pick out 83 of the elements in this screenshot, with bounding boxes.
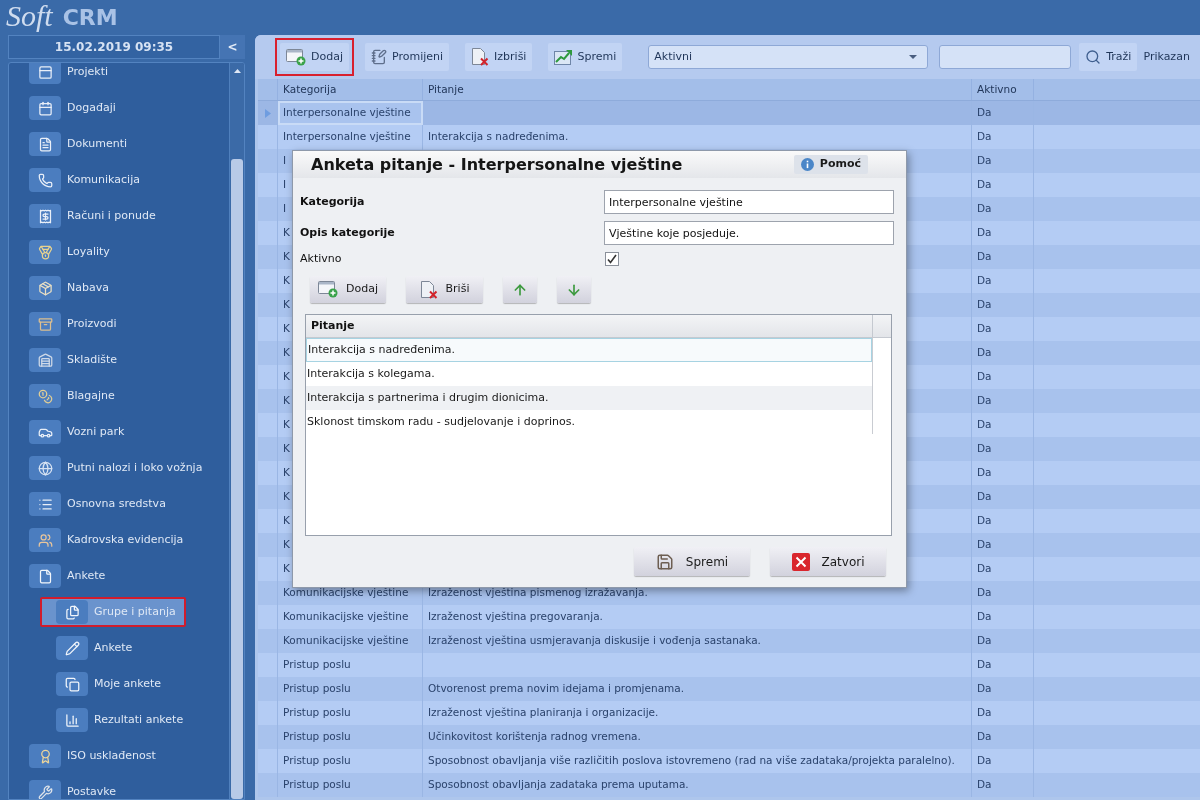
active-text: Da: [977, 417, 992, 433]
question-text: Interakcija s partnerima i drugim dionicima.: [307, 389, 549, 406]
question-text: Izraženost vještina planiranja i organizacije.: [428, 705, 659, 721]
active-text: Da: [977, 369, 992, 385]
active-text: Da: [977, 513, 992, 529]
question-text: Interakcija s kolegama.: [307, 365, 435, 382]
active-text: Da: [977, 441, 992, 457]
active-text: Da: [977, 273, 992, 289]
question-text: Otvorenost prema novim idejama i promjenama.: [428, 681, 685, 697]
category-text: K: [283, 465, 290, 481]
active-text: Da: [977, 489, 992, 505]
column-title: Aktivno: [977, 81, 1017, 97]
question-text: Interakcija s nadređenima.: [308, 341, 456, 358]
active-text: Da: [977, 465, 992, 481]
category-text: Pristup poslu: [283, 777, 351, 793]
field-label: Opis kategorije: [300, 224, 396, 241]
category-text: K: [283, 417, 290, 433]
question-text: Izraženost vještina pregovaranja.: [428, 609, 603, 625]
category-text: Pristup poslu: [283, 681, 351, 697]
active-text: Da: [977, 729, 992, 745]
category-text: K: [283, 561, 290, 577]
active-text: Da: [977, 297, 992, 313]
category-text: Interpersonalne vještine: [283, 105, 411, 121]
category-text: Komunikacijske vještine: [283, 585, 409, 601]
active-text: Da: [977, 321, 992, 337]
category-text: K: [283, 249, 290, 265]
date-time-display: 15.02.2019 09:35: [8, 35, 220, 59]
logo-wordmark-text: CRM: [62, 4, 118, 32]
active-text: Da: [977, 753, 992, 769]
category-text: K: [283, 441, 290, 457]
category-text: Interpersonalne vještine: [283, 129, 411, 145]
active-text: Da: [977, 777, 992, 793]
column-title: Kategorija: [283, 81, 337, 97]
category-text: K: [283, 345, 290, 361]
category-text: I: [283, 201, 287, 217]
active-text: Da: [977, 153, 992, 169]
active-text: Da: [977, 585, 992, 601]
active-text: Da: [977, 225, 992, 241]
category-text: K: [283, 393, 290, 409]
logo-script-text: Soft: [6, 0, 53, 32]
category-text: K: [283, 273, 290, 289]
question-text: Interakcija s nadređenima.: [428, 129, 569, 145]
column-title: Pitanje: [428, 81, 464, 97]
category-text: K: [283, 513, 290, 529]
question-text: Izraženost vještina usmjeravanja diskusije i vođenja sastanaka.: [428, 633, 761, 649]
category-text: Pristup poslu: [283, 705, 351, 721]
active-text: Da: [977, 561, 992, 577]
question-text: Izraženost vještina pismenog izražavanja.: [428, 585, 648, 601]
field-label: Kategorija: [300, 193, 366, 210]
dialog-title: Anketa pitanje - Interpersonalne vještine: [311, 153, 683, 176]
category-text: K: [283, 537, 290, 553]
question-text: Učinkovitost korištenja radnog vremena.: [428, 729, 641, 745]
category-text: Komunikacijske vještine: [283, 609, 409, 625]
category-text: K: [283, 297, 290, 313]
checkbox-label: Aktivno: [300, 250, 343, 267]
category-text: K: [283, 321, 290, 337]
active-text: Da: [977, 249, 992, 265]
column-title: Pitanje: [311, 317, 355, 334]
active-text: Da: [977, 129, 992, 145]
category-text: K: [283, 369, 290, 385]
category-text: Pristup poslu: [283, 657, 351, 673]
active-text: Da: [977, 537, 992, 553]
question-text: Sposobnost obavljanja više različitih poslova istovremeno (rad na više zadataka/projekta paralelno).: [428, 753, 955, 769]
active-text: Da: [977, 681, 992, 697]
active-text: Da: [977, 393, 992, 409]
category-text: Komunikacijske vještine: [283, 633, 409, 649]
category-text: Pristup poslu: [283, 753, 351, 769]
active-text: Da: [977, 177, 992, 193]
category-text: K: [283, 225, 290, 241]
category-text: Pristup poslu: [283, 729, 351, 745]
active-text: Da: [977, 657, 992, 673]
category-text: K: [283, 489, 290, 505]
display-label: Prikazan: [1143, 48, 1190, 65]
active-text: Da: [977, 105, 992, 121]
category-text: I: [283, 177, 287, 193]
question-text: Sposobnost obavljanja zadataka prema uputama.: [428, 777, 689, 793]
question-text: Sklonost timskom radu - sudjelovanje i doprinos.: [307, 413, 575, 430]
active-text: Da: [977, 633, 992, 649]
active-text: Da: [977, 609, 992, 625]
category-text: I: [283, 153, 287, 169]
active-text: Da: [977, 201, 992, 217]
active-text: Da: [977, 345, 992, 361]
active-text: Da: [977, 705, 992, 721]
